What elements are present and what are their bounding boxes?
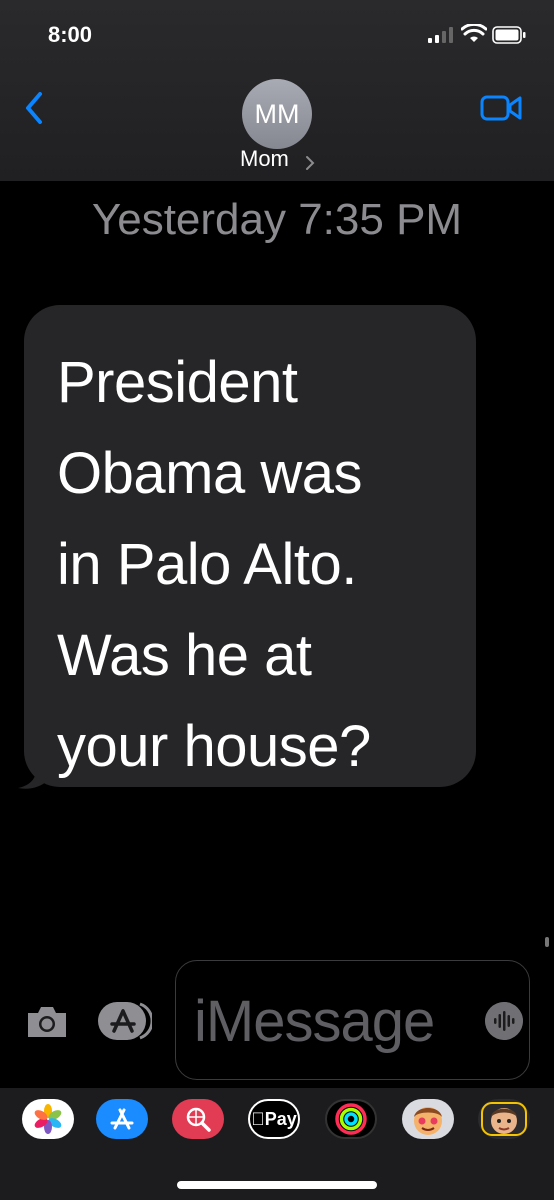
chevron-right-icon [306,156,315,170]
apple-pay-label: Pay [251,1109,297,1130]
app-store-glyph [110,1108,134,1130]
memoji-icon[interactable] [478,1099,530,1139]
cellular-signal-icon [428,27,453,43]
camera-icon[interactable] [24,1003,70,1039]
imessage-placeholder: iMessage [194,989,435,1054]
facetime-video-icon[interactable] [480,93,522,123]
app-store-icon[interactable] [96,1099,148,1139]
status-time: 8:00 [48,22,93,47]
avatar-initials: MM [254,98,300,129]
pay-label-text: Pay [257,1108,297,1129]
memoji-stickers-glyph [414,1107,442,1135]
memoji-stickers-icon[interactable] [402,1099,454,1139]
contact-avatar[interactable]: MM [242,79,312,149]
web-search-icon[interactable] [172,1099,224,1139]
globe-search-glyph [186,1107,211,1132]
wifi-icon [461,24,487,42]
scroll-indicator[interactable] [545,937,549,947]
app-drawer-icon[interactable] [96,1000,152,1042]
photos-flower-icon [34,1104,62,1134]
incoming-message-bubble[interactable]: President Obama was in Palo Alto. Was he… [24,305,476,787]
memoji-face-glyph [481,1102,527,1136]
activity-rings-glyph [335,1103,367,1135]
conversation-header: 8:00 MM Mom [0,0,554,181]
message-timestamp: Yesterday 7:35 PM [91,195,463,244]
photos-icon[interactable] [22,1099,74,1139]
battery-icon [492,26,526,44]
apple-pay-icon[interactable]: Pay [248,1099,300,1139]
audio-message-icon[interactable] [485,1002,523,1040]
back-chevron-icon[interactable] [20,90,50,126]
activity-icon[interactable] [325,1099,377,1139]
home-indicator[interactable] [177,1181,377,1189]
contact-name[interactable]: Mom [240,146,289,172]
